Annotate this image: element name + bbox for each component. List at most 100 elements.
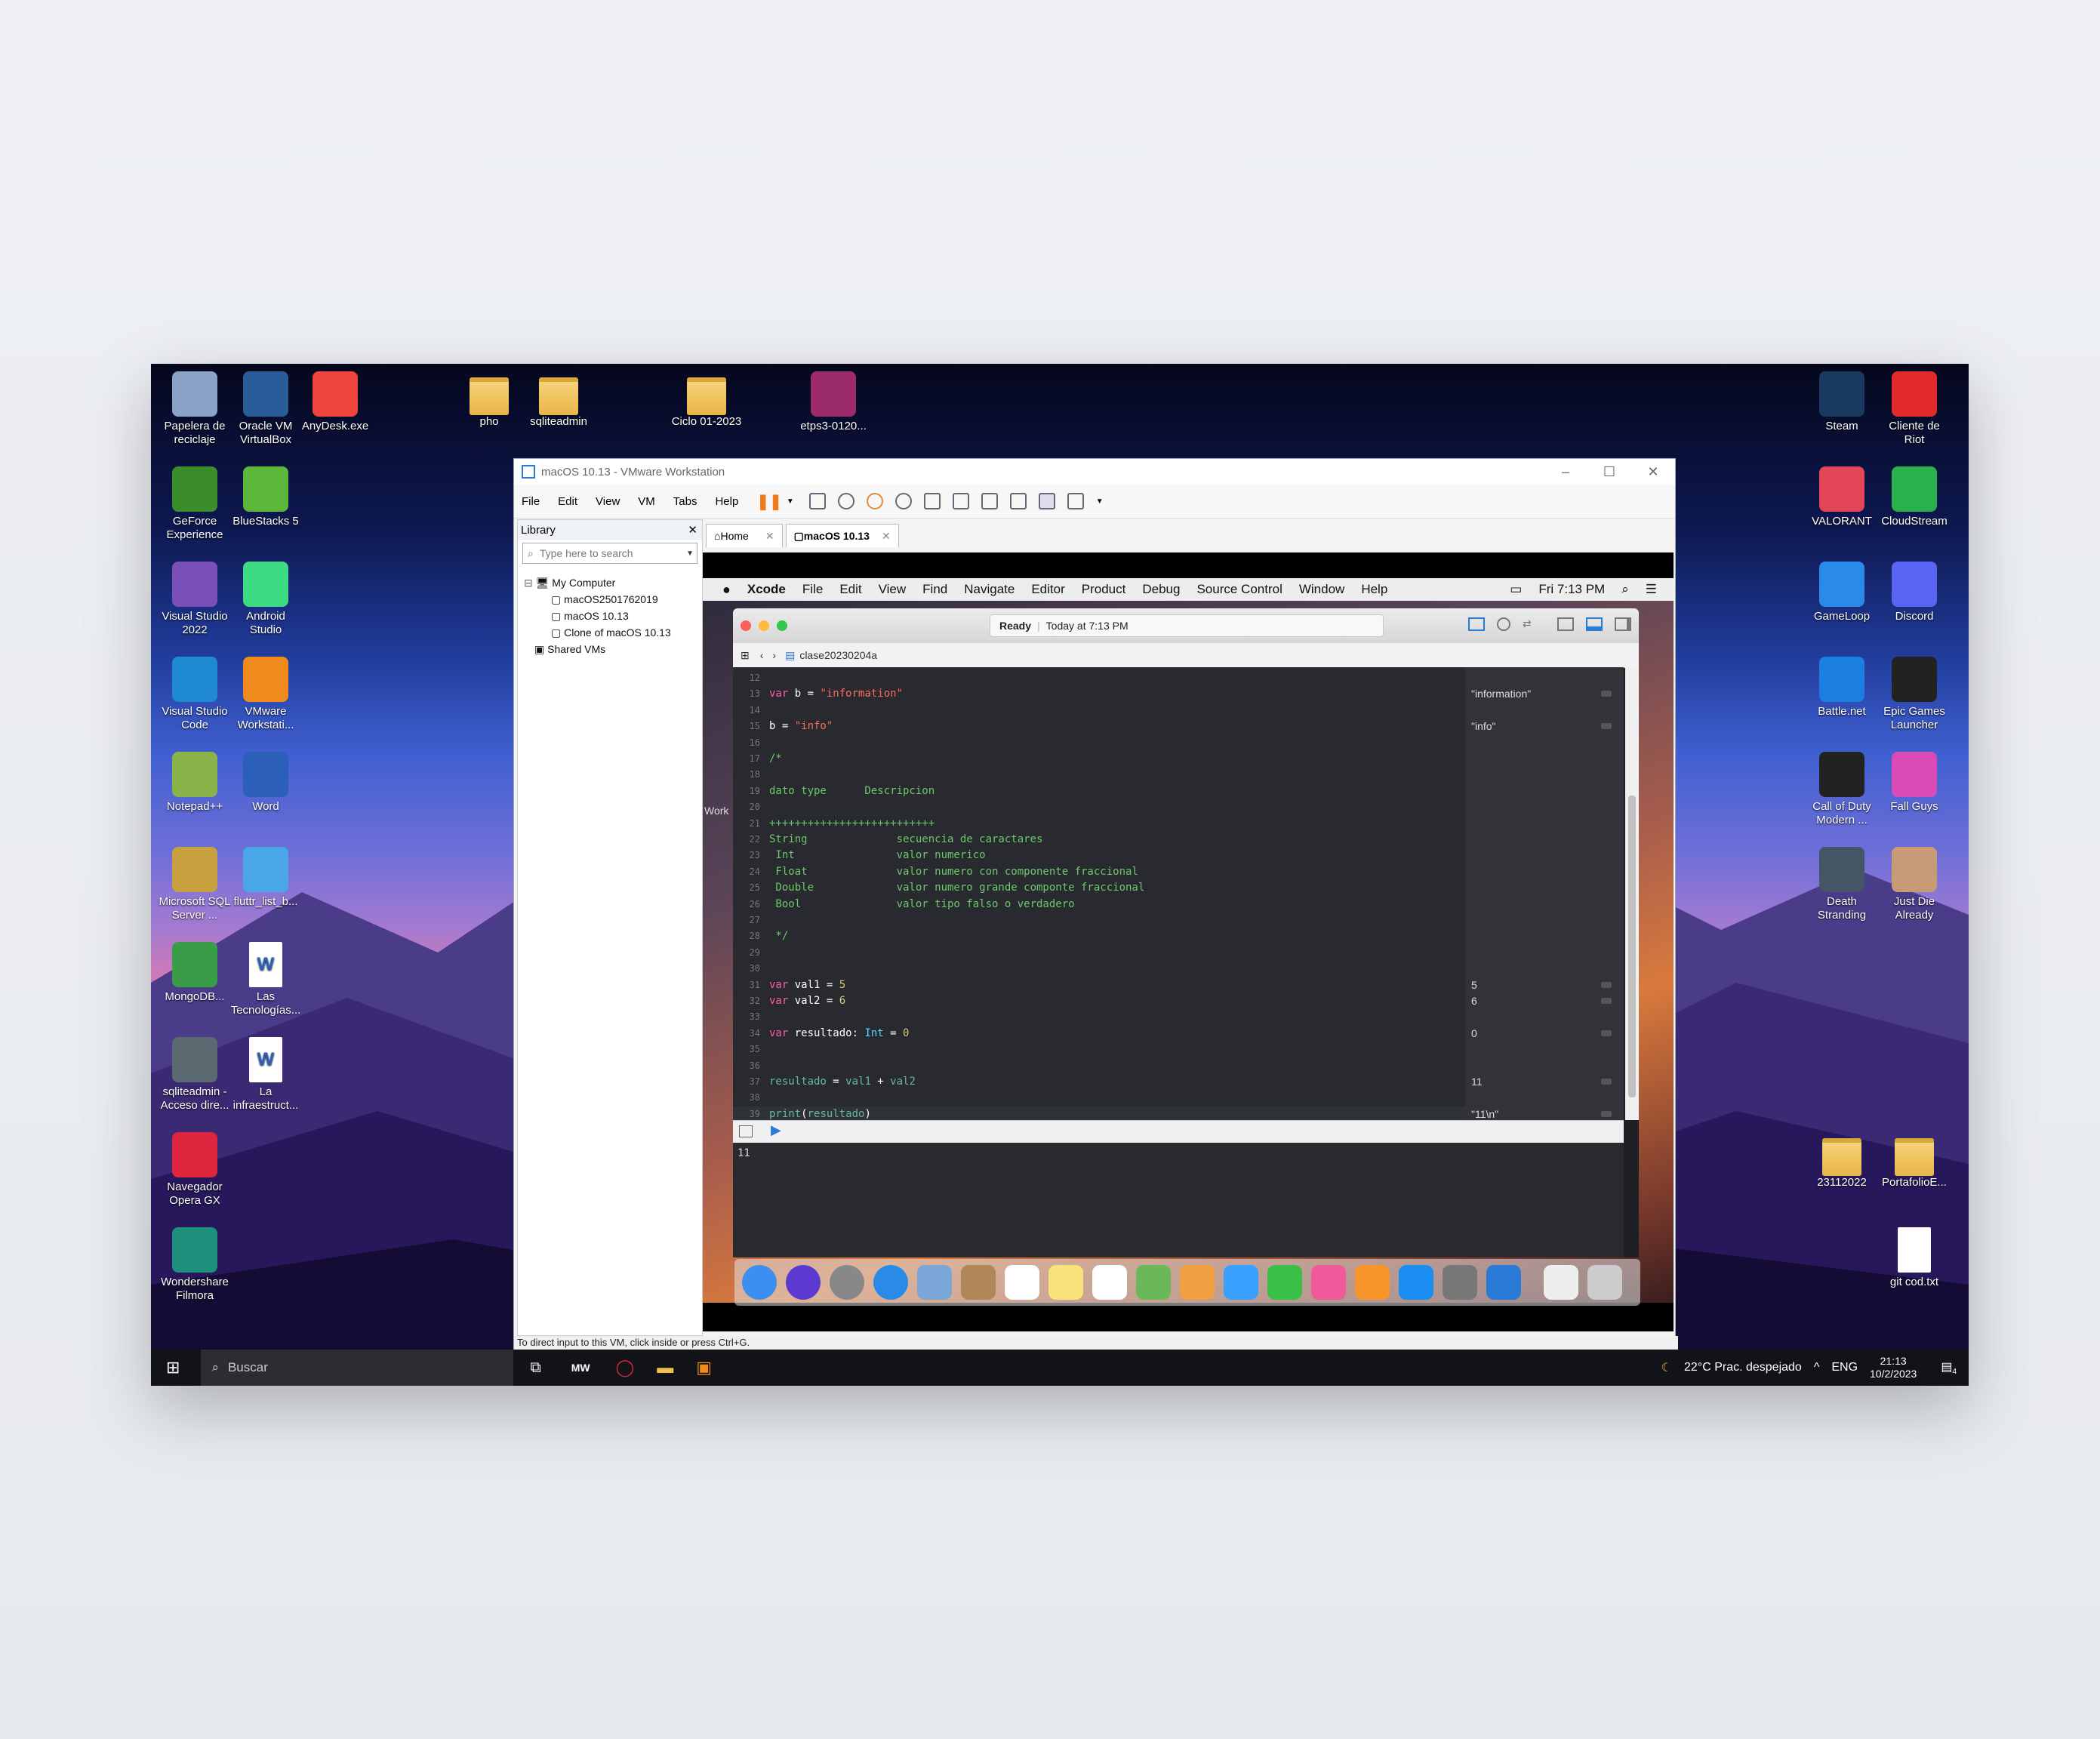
windows-start-icon[interactable]: ⊞ [166, 1358, 180, 1377]
close-icon[interactable]: ✕ [765, 530, 774, 543]
utilities-toggle-icon[interactable] [1615, 617, 1631, 631]
system-preferences-icon[interactable] [1443, 1265, 1477, 1300]
code-line[interactable]: 26 Bool valor tipo falso o verdadero [733, 897, 1075, 912]
desktop-icon[interactable]: CloudStream [1878, 466, 1951, 528]
quick-look-icon[interactable] [1601, 691, 1612, 697]
quick-look-icon[interactable] [1601, 998, 1612, 1004]
unity-icon[interactable] [1009, 493, 1027, 509]
code-line[interactable]: 12 [733, 670, 769, 685]
quick-look-icon[interactable] [1601, 1110, 1612, 1117]
menu-edit[interactable]: Edit [558, 495, 577, 508]
weather-icon[interactable]: ☾ [1661, 1360, 1672, 1375]
desktop-icon[interactable]: Fall Guys [1878, 752, 1951, 814]
launchpad-icon[interactable] [830, 1265, 864, 1300]
photos-icon[interactable] [1180, 1265, 1215, 1300]
snapshot-icon[interactable] [837, 493, 854, 509]
run-playground-icon[interactable]: ▶ [771, 1122, 781, 1138]
desktop-icon[interactable]: pho [453, 371, 525, 429]
desktop-icon[interactable]: PortafolioE... [1878, 1132, 1951, 1190]
debug-area-toggle-icon[interactable] [1586, 617, 1603, 631]
close-button[interactable]: ✕ [1631, 464, 1675, 480]
menu-view[interactable]: View [879, 582, 907, 597]
quick-look-icon[interactable] [1601, 1079, 1612, 1085]
desktop-icon[interactable]: etps3-0120... [797, 371, 870, 433]
tab-home[interactable]: ⌂ Home ✕ [706, 524, 783, 547]
code-line[interactable]: 21 ++++++++++++++++++++++++++ [733, 816, 935, 831]
desktop-icon[interactable]: Wondershare Filmora [159, 1227, 231, 1303]
snapshot-manager-icon[interactable] [895, 493, 912, 509]
code-line[interactable]: 34 var resultado: Int = 0 [733, 1026, 910, 1041]
library-search-input[interactable]: ⌕ Type here to search ▼ [522, 543, 697, 564]
menu-edit[interactable]: Edit [839, 582, 861, 597]
close-icon[interactable]: ✕ [882, 530, 891, 543]
opera-gx-taskbar-icon[interactable]: ◯ [616, 1358, 635, 1377]
desktop-icon[interactable]: VMware Workstati... [229, 657, 302, 732]
desktop-icon[interactable]: 23112022 [1806, 1132, 1878, 1190]
desktop-icon[interactable]: GameLoop [1806, 562, 1878, 623]
desktop-icon[interactable]: Battle.net [1806, 657, 1878, 719]
file-explorer-icon[interactable]: ▬ [657, 1358, 673, 1377]
code-line[interactable]: 19 dato type Descripcion [733, 783, 935, 799]
code-line[interactable]: 38 [733, 1090, 769, 1105]
desktop-icon[interactable]: Cliente de Riot [1878, 371, 1951, 447]
desktop-icon[interactable]: Android Studio [229, 562, 302, 637]
vmware-taskbar-icon[interactable]: ▣ [696, 1358, 712, 1377]
code-line[interactable]: 20 [733, 799, 769, 814]
desktop-icon[interactable]: W La infraestruct... [229, 1037, 302, 1113]
menu-file[interactable]: File [802, 582, 823, 597]
close-window-button[interactable] [741, 620, 751, 631]
desktop-icon[interactable]: Ciclo 01-2023 [670, 371, 743, 429]
desktop-icon[interactable]: BlueStacks 5 [229, 466, 302, 528]
menu-vm[interactable]: VM [638, 495, 655, 508]
quick-look-icon[interactable] [1601, 981, 1612, 988]
desktop-icon[interactable]: GeForce Experience [159, 466, 231, 542]
navigator-toggle-icon[interactable] [1557, 617, 1574, 631]
tree-item-vm[interactable]: ▢ macOS2501762019 [524, 591, 702, 608]
breadcrumb-file[interactable]: clase20230204a [799, 649, 877, 661]
menu-navigate[interactable]: Navigate [964, 582, 1015, 597]
menu-source-control[interactable]: Source Control [1196, 582, 1282, 597]
desktop-icon[interactable]: Call of Duty Modern ... [1806, 752, 1878, 827]
notification-center-icon[interactable]: ☰ [1646, 582, 1657, 597]
calendar-icon[interactable] [1005, 1265, 1039, 1300]
forward-icon[interactable]: › [772, 649, 776, 661]
code-line[interactable]: 17 /* [733, 751, 782, 766]
code-line[interactable]: 23 Int valor numerico [733, 848, 986, 863]
send-ctrl-alt-del-icon[interactable] [808, 493, 826, 509]
tree-item-shared-vms[interactable]: ▣ Shared VMs [524, 641, 702, 657]
menu-help[interactable]: Help [715, 495, 738, 508]
code-line[interactable]: 39 print(resultado) [733, 1106, 1465, 1122]
tab-macos[interactable]: ▢ macOS 10.13 ✕ [785, 524, 899, 547]
macos-desktop[interactable]: ● Xcode File Edit View Find Navigate Edi… [703, 578, 1674, 1306]
code-line[interactable]: 15 b = "info" [733, 719, 833, 734]
code-line[interactable]: 32 var val2 = 6 [733, 993, 846, 1008]
trash-icon[interactable] [1587, 1265, 1622, 1300]
code-line[interactable]: 27 [733, 913, 769, 928]
standard-editor-icon[interactable] [1468, 617, 1485, 631]
menu-help[interactable]: Help [1361, 582, 1387, 597]
desktop-icon[interactable]: AnyDesk.exe [299, 371, 371, 433]
menubar-clock[interactable]: Fri 7:13 PM [1538, 582, 1605, 597]
mail-icon[interactable] [917, 1265, 952, 1300]
related-items-icon[interactable]: ⊞ [741, 649, 750, 662]
taskbar-search[interactable]: ⌕ Buscar [201, 1350, 514, 1386]
app-store-icon[interactable] [1399, 1265, 1433, 1300]
task-view-icon[interactable]: ⧉ [530, 1359, 540, 1377]
menu-file[interactable]: File [522, 495, 540, 508]
airplay-icon[interactable]: ▭ [1510, 582, 1522, 597]
safari-icon[interactable] [873, 1265, 908, 1300]
vmware-window[interactable]: macOS 10.13 - VMware Workstation – ☐ ✕ F… [513, 458, 1678, 1350]
menu-tabs[interactable]: Tabs [673, 495, 697, 508]
code-line[interactable]: 36 [733, 1058, 769, 1073]
desktop-icon[interactable]: Navegador Opera GX [159, 1132, 231, 1208]
desktop-icon[interactable]: Death Stranding [1806, 847, 1878, 922]
menu-editor[interactable]: Editor [1031, 582, 1064, 597]
call-of-duty-taskbar-icon[interactable]: MW [571, 1362, 590, 1374]
source-editor[interactable]: 12 13 var b = "information" 14 15 b = "info" 1… [733, 667, 1465, 1122]
desktop-icon[interactable]: fluttr_list_b... [229, 847, 302, 909]
desktop-icon[interactable]: MongoDB... [159, 942, 231, 1004]
code-line[interactable]: 25 Double valor numero grande componte f… [733, 880, 1145, 895]
code-line[interactable]: 28 */ [733, 928, 789, 943]
code-line[interactable]: 13 var b = "information" [733, 686, 903, 701]
stretch-guest-icon[interactable] [1067, 493, 1084, 509]
